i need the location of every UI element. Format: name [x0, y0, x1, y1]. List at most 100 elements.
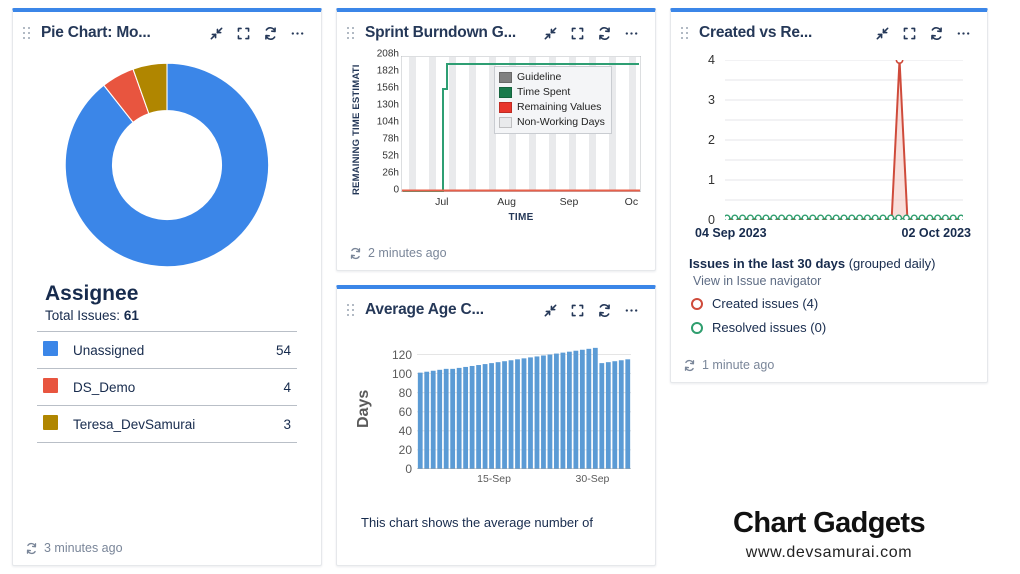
refresh-icon[interactable]	[349, 247, 362, 260]
bar[interactable]	[605, 362, 611, 469]
collapse-icon[interactable]	[875, 26, 890, 41]
bar[interactable]	[599, 363, 605, 469]
refresh-icon[interactable]	[263, 26, 278, 41]
bar[interactable]	[579, 349, 585, 469]
bar[interactable]	[528, 357, 533, 469]
legend-value: 54	[275, 342, 291, 358]
data-point-resolved[interactable]	[771, 215, 777, 220]
data-point-resolved[interactable]	[755, 215, 761, 220]
bar[interactable]	[489, 363, 494, 469]
issue-navigator-link[interactable]: View in Issue navigator	[689, 274, 971, 288]
bar[interactable]	[430, 370, 436, 469]
data-point-resolved[interactable]	[779, 215, 785, 220]
bar[interactable]	[469, 365, 475, 469]
bar[interactable]	[443, 368, 449, 469]
maximize-icon[interactable]	[902, 26, 917, 41]
drag-handle-icon[interactable]	[681, 25, 691, 41]
refresh-icon[interactable]	[25, 542, 38, 555]
data-point-resolved[interactable]	[763, 215, 769, 220]
data-point-resolved[interactable]	[748, 215, 754, 220]
refresh-icon[interactable]	[597, 303, 612, 318]
burndown-y-axis-label: REMAINING TIME ESTIMATI	[351, 64, 362, 196]
gadget-body: Days 0 20 40 60 80 100 120 15-Sep 30-Sep…	[337, 325, 655, 565]
data-point-resolved[interactable]	[740, 215, 746, 220]
gadget-title: Sprint Burndown G...	[365, 24, 516, 41]
more-options-icon[interactable]	[956, 26, 971, 41]
data-point-resolved[interactable]	[802, 215, 808, 220]
bar[interactable]	[541, 355, 546, 469]
data-point-resolved[interactable]	[810, 215, 816, 220]
cvr-legend-resolved[interactable]: Resolved issues (0)	[689, 320, 971, 335]
bar[interactable]	[560, 352, 566, 469]
data-point-resolved[interactable]	[880, 215, 886, 220]
maximize-icon[interactable]	[570, 303, 585, 318]
bar[interactable]	[502, 361, 507, 469]
data-point-resolved[interactable]	[826, 215, 832, 220]
bar[interactable]	[508, 360, 514, 469]
data-point-resolved[interactable]	[857, 215, 863, 220]
bar[interactable]	[592, 347, 598, 469]
table-row[interactable]: Teresa_DevSamurai 3	[37, 405, 297, 443]
data-point-resolved[interactable]	[950, 215, 956, 220]
table-row[interactable]: Unassigned 54	[37, 331, 297, 369]
data-point-resolved[interactable]	[943, 215, 949, 220]
drag-handle-icon[interactable]	[23, 25, 33, 41]
bar[interactable]	[437, 369, 443, 469]
more-options-icon[interactable]	[624, 303, 639, 318]
data-point-created-peak[interactable]	[896, 60, 902, 63]
bar[interactable]	[463, 366, 469, 469]
data-point-resolved[interactable]	[849, 215, 855, 220]
bar[interactable]	[450, 368, 456, 469]
data-point-resolved[interactable]	[888, 215, 894, 220]
data-point-resolved[interactable]	[865, 215, 871, 220]
bar[interactable]	[482, 364, 488, 469]
more-options-icon[interactable]	[624, 26, 639, 41]
bar[interactable]	[534, 356, 540, 469]
table-row[interactable]: DS_Demo 4	[37, 368, 297, 406]
data-point-resolved[interactable]	[833, 215, 839, 220]
data-point-resolved[interactable]	[732, 215, 738, 220]
bar[interactable]	[618, 360, 624, 469]
refresh-icon[interactable]	[929, 26, 944, 41]
maximize-icon[interactable]	[570, 26, 585, 41]
bar[interactable]	[554, 353, 559, 469]
data-point-resolved[interactable]	[872, 215, 878, 220]
gadget-footer: 1 minute ago	[671, 352, 987, 382]
data-point-resolved[interactable]	[935, 215, 941, 220]
bar[interactable]	[612, 361, 618, 469]
bar[interactable]	[625, 359, 631, 469]
data-point-resolved[interactable]	[958, 215, 963, 220]
gadget-refresh-time: 3 minutes ago	[44, 541, 123, 555]
data-point-resolved[interactable]	[911, 215, 917, 220]
more-options-icon[interactable]	[290, 26, 305, 41]
bar[interactable]	[521, 358, 527, 469]
drag-handle-icon[interactable]	[347, 25, 357, 41]
data-point-resolved[interactable]	[841, 215, 847, 220]
collapse-icon[interactable]	[209, 26, 224, 41]
refresh-icon[interactable]	[597, 26, 612, 41]
bar[interactable]	[566, 351, 572, 469]
data-point-resolved[interactable]	[794, 215, 800, 220]
bar[interactable]	[495, 362, 501, 469]
data-point-resolved[interactable]	[927, 215, 933, 220]
bar[interactable]	[547, 354, 553, 469]
collapse-icon[interactable]	[543, 303, 558, 318]
collapse-icon[interactable]	[543, 26, 558, 41]
data-point-resolved[interactable]	[787, 215, 793, 220]
maximize-icon[interactable]	[236, 26, 251, 41]
bar[interactable]	[515, 359, 520, 469]
bar[interactable]	[476, 365, 481, 469]
bar[interactable]	[586, 348, 592, 469]
cvr-legend-created[interactable]: Created issues (4)	[689, 296, 971, 311]
data-point-resolved[interactable]	[904, 215, 910, 220]
refresh-icon[interactable]	[683, 359, 696, 372]
drag-handle-icon[interactable]	[347, 302, 357, 318]
data-point-resolved[interactable]	[725, 215, 730, 220]
data-point-resolved[interactable]	[818, 215, 824, 220]
bar[interactable]	[417, 372, 423, 469]
bar[interactable]	[573, 350, 579, 469]
bar[interactable]	[424, 371, 430, 469]
data-point-resolved[interactable]	[896, 215, 902, 220]
bar[interactable]	[456, 367, 462, 469]
data-point-resolved[interactable]	[919, 215, 925, 220]
